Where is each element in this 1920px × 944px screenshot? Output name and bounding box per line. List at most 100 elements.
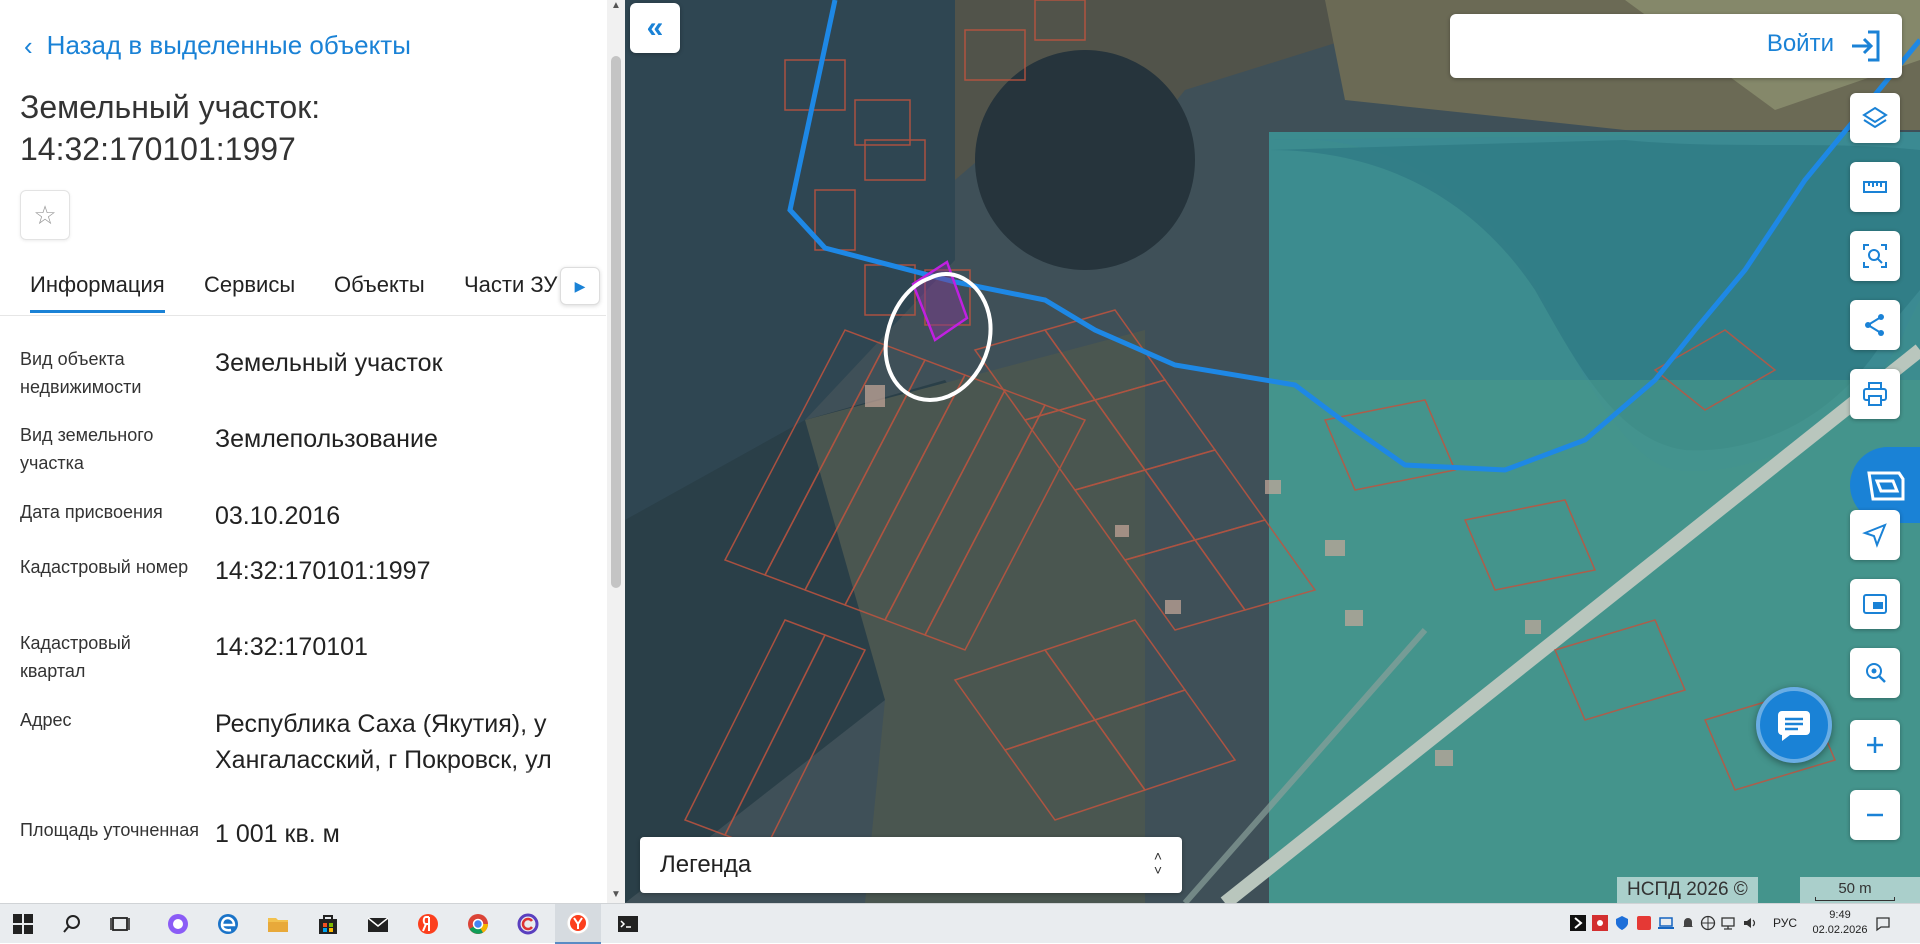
task-view-icon <box>110 917 130 931</box>
layers-icon <box>1862 106 1888 129</box>
scroll-up-arrow-icon[interactable]: ▲ <box>609 0 623 14</box>
panel-scrollbar[interactable]: ▲ ▼ <box>607 0 625 903</box>
property-label: Дата присвоения <box>20 502 163 522</box>
tab-objects[interactable]: Объекты <box>334 272 425 298</box>
measure-button[interactable] <box>1850 162 1900 212</box>
tray-red-square-icon[interactable] <box>1636 915 1652 931</box>
volume-icon[interactable] <box>1742 915 1758 931</box>
c-app-icon <box>517 913 539 935</box>
tray-shield-icon[interactable] <box>1614 915 1630 931</box>
property-label: Адрес <box>20 710 72 730</box>
edge-browser-icon <box>218 914 238 934</box>
taskbar-app-yandex[interactable] <box>405 904 451 944</box>
text-fade <box>215 770 605 784</box>
property-label: Вид объекта недвижимости <box>20 349 142 397</box>
property-label: Кадастровый номер <box>20 557 189 577</box>
page-title: Земельный участок: 14:32:170101:1997 <box>20 89 321 167</box>
tray-arrow-icon[interactable] <box>1570 915 1586 931</box>
taskbar-app-c[interactable] <box>505 904 551 944</box>
tray-globe-icon[interactable] <box>1700 915 1716 931</box>
share-icon <box>1865 314 1884 336</box>
taskbar-app-edge[interactable] <box>205 904 251 944</box>
collapse-panel-button[interactable]: « <box>630 3 680 53</box>
back-to-selected-link[interactable]: ‹ Назад в выделенные объекты <box>24 30 411 61</box>
chat-icon <box>1778 711 1810 741</box>
system-clock[interactable]: 9:49 02.02.2026 <box>1810 908 1870 938</box>
taskbar-app-mail[interactable] <box>355 904 401 944</box>
property-value: 03.10.2016 <box>215 502 341 530</box>
taskbar-app-chrome[interactable] <box>455 904 501 944</box>
location-search-icon <box>1866 663 1886 683</box>
tray-bell-icon[interactable] <box>1680 915 1696 931</box>
property-value: Республика Саха (Якутия), у Хангаласский… <box>215 710 552 774</box>
print-button[interactable] <box>1850 369 1900 419</box>
taskbar-app-alice[interactable] <box>155 904 201 944</box>
share-button[interactable] <box>1850 300 1900 350</box>
tab-bar: Информация Сервисы Объекты Части ЗУ ▶ <box>0 264 606 316</box>
favorite-button[interactable]: ☆ <box>20 190 70 240</box>
ruler-icon <box>1863 181 1887 193</box>
property-value: Землепользование <box>215 425 438 453</box>
notifications-icon[interactable] <box>1875 916 1891 932</box>
back-link-label: Назад в выделенные объекты <box>46 30 411 60</box>
clock-date: 02.02.2026 <box>1812 924 1868 936</box>
login-button[interactable]: Войти <box>1450 14 1902 78</box>
scale-bar: 50 m <box>1800 877 1920 903</box>
input-language-indicator[interactable]: РУС <box>1773 916 1797 930</box>
mail-icon <box>367 917 389 932</box>
taskbar-app-store[interactable] <box>305 904 351 944</box>
search-button[interactable] <box>50 904 94 944</box>
property-label: Кадастровый квартал <box>20 633 131 681</box>
yandex-browser-icon <box>566 911 590 935</box>
scroll-down-arrow-icon[interactable]: ▼ <box>609 889 623 903</box>
location-search-button[interactable] <box>1850 648 1900 698</box>
property-value: Земельный участок <box>215 349 443 377</box>
task-view-button[interactable] <box>98 904 142 944</box>
satellite-map-image <box>625 0 1920 903</box>
login-icon <box>1852 30 1880 62</box>
map-view[interactable]: « Войти Легенда ˄ ˅ НСПД 2026 © 50 m <box>625 0 1920 903</box>
area-search-button[interactable] <box>1850 231 1900 281</box>
legend-label: Легенда <box>660 851 752 878</box>
alice-assistant-icon <box>168 914 188 934</box>
tabs-scroll-right-button[interactable]: ▶ <box>560 267 600 305</box>
property-label: Вид земельного участка <box>20 425 154 473</box>
zoom-out-icon <box>1867 813 1883 817</box>
taskbar-app-explorer[interactable] <box>255 904 301 944</box>
network-icon[interactable] <box>1720 915 1736 931</box>
property-label: Площадь уточненная <box>20 820 199 840</box>
windows-logo-icon <box>13 914 33 934</box>
search-icon <box>63 915 80 933</box>
picture-in-picture-icon <box>1863 594 1887 614</box>
scroll-thumb[interactable] <box>611 56 621 588</box>
tray-red-app-icon[interactable] <box>1592 915 1608 931</box>
zoom-out-button[interactable] <box>1850 790 1900 840</box>
folder-icon <box>268 918 288 932</box>
expand-collapse-icon: ˄ ˅ <box>1153 848 1162 878</box>
yandex-icon <box>418 914 438 934</box>
object-info-panel: ‹ Назад в выделенные объекты Земельный у… <box>0 0 625 903</box>
mini-map-button[interactable] <box>1850 579 1900 629</box>
star-icon: ☆ <box>33 199 57 230</box>
layers-button[interactable] <box>1850 93 1900 143</box>
taskbar-app-yandex-browser[interactable] <box>555 904 601 944</box>
terminal-icon <box>618 916 638 932</box>
start-button[interactable] <box>0 904 46 944</box>
property-value: 14:32:170101:1997 <box>215 557 431 585</box>
tab-services[interactable]: Сервисы <box>204 272 295 298</box>
store-bag-icon <box>319 915 337 934</box>
clock-time: 9:49 <box>1829 909 1851 921</box>
navigate-button[interactable] <box>1850 510 1900 560</box>
map-attribution: НСПД 2026 © <box>1617 877 1758 903</box>
chat-button[interactable] <box>1756 687 1832 763</box>
tray-laptop-icon[interactable] <box>1658 915 1674 931</box>
legend-dropdown[interactable]: Легенда ˄ ˅ <box>640 837 1182 893</box>
tab-information[interactable]: Информация <box>30 272 165 313</box>
zoom-in-icon <box>1867 737 1883 753</box>
login-label: Войти <box>1766 30 1834 57</box>
tab-parcel-parts[interactable]: Части ЗУ <box>464 272 557 298</box>
chrome-icon <box>468 914 488 934</box>
zoom-in-button[interactable] <box>1850 720 1900 770</box>
chevron-left-icon: ‹ <box>24 30 33 61</box>
taskbar-app-terminal[interactable] <box>605 904 651 944</box>
